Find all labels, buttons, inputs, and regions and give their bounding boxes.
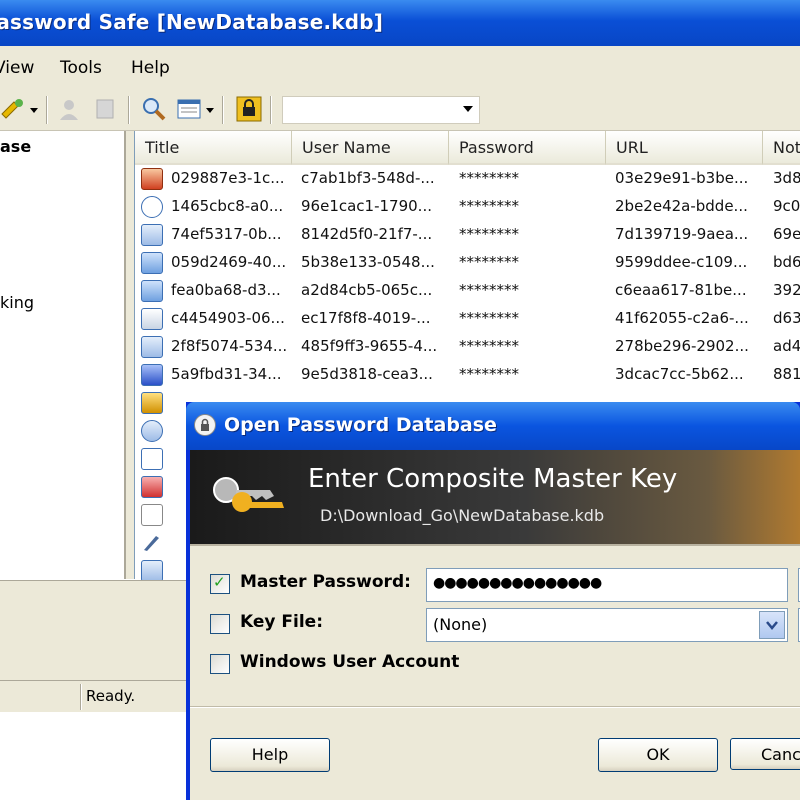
table-row[interactable]: 5a9fbd31-34... 9e5d3818-cea3... ********…: [135, 361, 800, 389]
table-row[interactable]: 74ef5317-0b... 8142d5f0-21f7-... *******…: [135, 221, 800, 249]
column-header-notes[interactable]: Not: [763, 131, 800, 165]
master-password-input[interactable]: ●●●●●●●●●●●●●●●: [426, 568, 788, 602]
folder-icon: [141, 252, 163, 274]
lock-workspace-icon[interactable]: [236, 96, 262, 122]
view-options-icon[interactable]: [176, 96, 202, 122]
ok-button[interactable]: OK: [598, 738, 718, 772]
view-dropdown-icon[interactable]: [204, 96, 216, 122]
folder-icon: [141, 280, 163, 302]
lock-icon: [141, 392, 163, 414]
dialog-body: ✓ Master Password: ●●●●●●●●●●●●●●● Key F…: [190, 546, 800, 800]
chevron-down-icon[interactable]: [759, 611, 785, 639]
entry-icon: [141, 224, 163, 246]
help-button[interactable]: Help: [210, 738, 330, 772]
tree-item-banking[interactable]: king: [0, 293, 34, 312]
entry-icon: [141, 560, 163, 582]
copy-username-icon[interactable]: [56, 96, 82, 122]
trash-icon: [141, 308, 163, 330]
menu-tools[interactable]: Tools: [60, 58, 102, 78]
menu-view[interactable]: View: [0, 58, 34, 78]
cancel-button[interactable]: Canc: [730, 738, 800, 770]
windows-account-label: Windows User Account: [240, 652, 460, 672]
entry-icon: [141, 364, 163, 386]
table-row[interactable]: fea0ba68-d3... a2d84cb5-065c... ********…: [135, 277, 800, 305]
table-row[interactable]: 2f8f5074-534... 485f9ff3-9655-4... *****…: [135, 333, 800, 361]
key-file-checkbox[interactable]: [210, 614, 230, 634]
entry-icon: [141, 196, 163, 218]
menu-help[interactable]: Help: [131, 58, 170, 78]
tree-item-database[interactable]: ase: [0, 137, 31, 156]
column-header-username[interactable]: User Name: [292, 131, 449, 165]
table-row[interactable]: c4454903-06... ec17f8f8-4019-... *******…: [135, 305, 800, 333]
quick-find-combo[interactable]: [282, 96, 480, 124]
find-icon[interactable]: [140, 96, 166, 122]
master-password-label: Master Password:: [240, 572, 411, 592]
table-row[interactable]: 1465cbc8-a0... 96e1cac1-1790... ********…: [135, 193, 800, 221]
group-tree[interactable]: ase king: [0, 131, 126, 579]
column-header-password[interactable]: Password: [449, 131, 606, 165]
windows-account-checkbox[interactable]: [210, 654, 230, 674]
status-bar: Ready.: [0, 680, 190, 713]
dialog-title: Open Password Database: [224, 414, 497, 436]
menu-bar: View Tools Help: [0, 46, 800, 90]
pencil-icon: [141, 532, 161, 552]
table-icon: [141, 448, 163, 470]
desktop-background: [0, 712, 190, 800]
entry-icon: [141, 336, 163, 358]
tools-icon: [141, 504, 163, 526]
splitter[interactable]: [126, 131, 134, 579]
table-row[interactable]: 029887e3-1c... c7ab1bf3-548d-... *******…: [135, 165, 800, 193]
add-dropdown-icon[interactable]: [28, 96, 40, 122]
entry-icon: [141, 476, 163, 498]
keys-icon: [208, 470, 288, 530]
add-entry-icon[interactable]: [0, 96, 26, 122]
entry-details-pane: [0, 580, 190, 681]
column-header-title[interactable]: Title: [135, 131, 292, 165]
key-file-select[interactable]: (None): [426, 608, 788, 642]
dialog-banner: Enter Composite Master Key D:\Download_G…: [190, 450, 800, 544]
checkmark-icon: ✓: [213, 573, 226, 591]
database-path: D:\Download_Go\NewDatabase.kdb: [320, 506, 605, 525]
entry-icon: [141, 168, 163, 190]
table-row[interactable]: 059d2469-40... 5b38e133-0548... ********…: [135, 249, 800, 277]
lock-icon: [194, 414, 216, 436]
window-titlebar: Password Safe [NewDatabase.kdb]: [0, 0, 800, 46]
dialog-heading: Enter Composite Master Key: [308, 464, 678, 494]
dialog-titlebar: Open Password Database: [186, 402, 800, 450]
chevron-down-icon[interactable]: [463, 106, 473, 112]
sync-icon: [141, 420, 163, 442]
status-text: Ready.: [86, 687, 136, 705]
master-password-checkbox[interactable]: ✓: [210, 573, 230, 594]
key-file-label: Key File:: [240, 612, 323, 632]
copy-password-icon[interactable]: [92, 96, 118, 122]
window-title: Password Safe [NewDatabase.kdb]: [0, 10, 384, 34]
column-header-url[interactable]: URL: [606, 131, 763, 165]
